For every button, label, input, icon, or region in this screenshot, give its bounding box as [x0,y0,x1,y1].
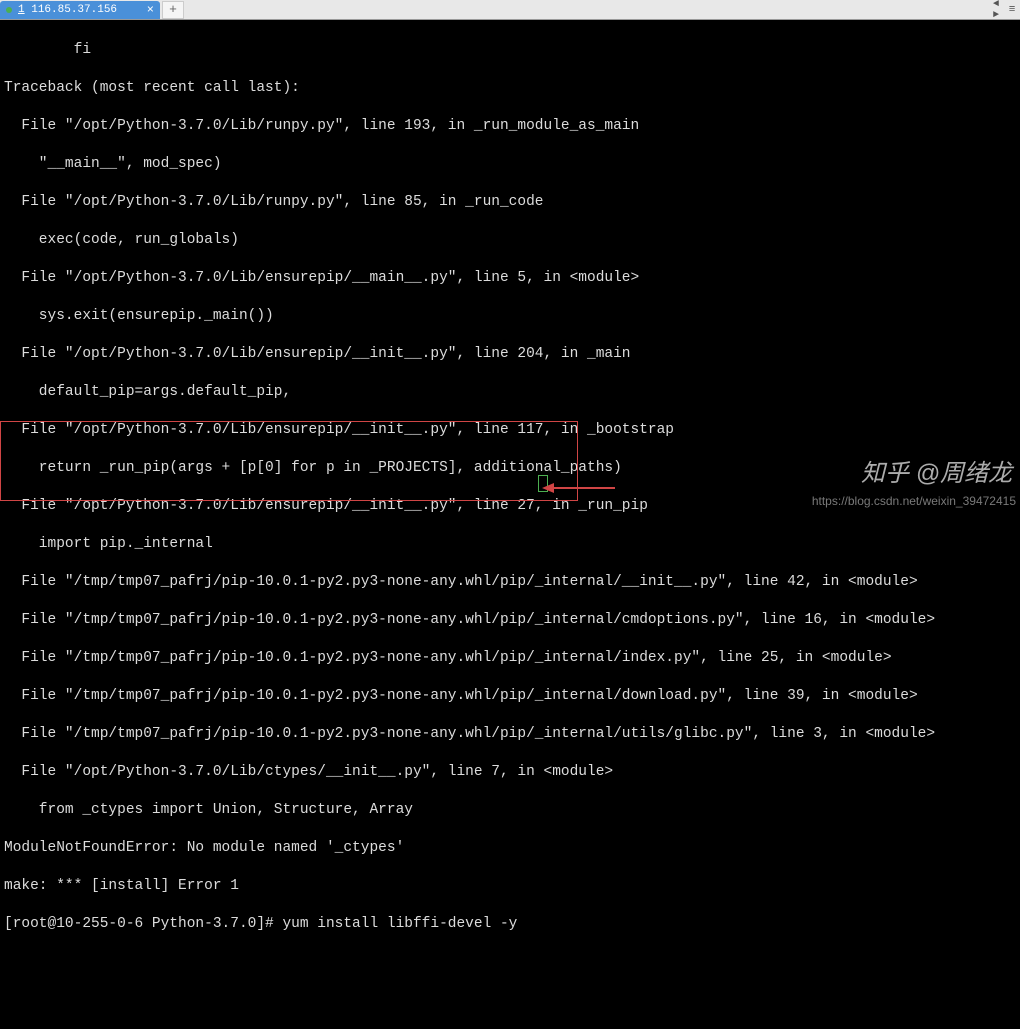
new-tab-button[interactable]: + [162,1,184,19]
terminal-line: exec(code, run_globals) [4,231,1016,250]
tab-menu-icon[interactable]: ≡ [1004,4,1020,16]
terminal-line: make: *** [install] Error 1 [4,877,1016,896]
status-dot-icon [6,7,12,13]
terminal-line: File "/opt/Python-3.7.0/Lib/runpy.py", l… [4,117,1016,136]
terminal-line: from _ctypes import Union, Structure, Ar… [4,801,1016,820]
terminal-line: [root@10-255-0-6 Python-3.7.0]# yum inst… [4,915,1016,934]
terminal-line: "__main__", mod_spec) [4,155,1016,174]
terminal-line: File "/opt/Python-3.7.0/Lib/ensurepip/__… [4,421,1016,440]
tab-bar: 1 116.85.37.156 × + ◄ ► ≡ [0,0,1020,20]
terminal-line: File "/opt/Python-3.7.0/Lib/runpy.py", l… [4,193,1016,212]
arrow-annotation-icon [540,478,620,498]
terminal-line: ModuleNotFoundError: No module named '_c… [4,839,1016,858]
terminal-line: File "/opt/Python-3.7.0/Lib/ensurepip/__… [4,269,1016,288]
terminal-line: File "/tmp/tmp07_pafrj/pip-10.0.1-py2.py… [4,611,1016,630]
terminal-line: Traceback (most recent call last): [4,79,1016,98]
tab-active[interactable]: 1 116.85.37.156 × [0,1,160,19]
terminal-line: sys.exit(ensurepip._main()) [4,307,1016,326]
terminal-line: File "/tmp/tmp07_pafrj/pip-10.0.1-py2.py… [4,725,1016,744]
tab-arrows-icon[interactable]: ◄ ► [988,0,1004,21]
terminal-line: File "/opt/Python-3.7.0/Lib/ensurepip/__… [4,345,1016,364]
close-icon[interactable]: × [145,3,156,17]
terminal-output[interactable]: fi Traceback (most recent call last): Fi… [0,20,1020,518]
terminal-line: return _run_pip(args + [p[0] for p in _P… [4,459,1016,478]
terminal-line: fi [4,41,1016,60]
terminal-line: File "/opt/Python-3.7.0/Lib/ensurepip/__… [4,497,1016,516]
tab-label: 1 116.85.37.156 [18,4,139,16]
terminal-line: File "/tmp/tmp07_pafrj/pip-10.0.1-py2.py… [4,573,1016,592]
terminal-line: import pip._internal [4,535,1016,554]
terminal-line: File "/tmp/tmp07_pafrj/pip-10.0.1-py2.py… [4,649,1016,668]
terminal-line: default_pip=args.default_pip, [4,383,1016,402]
terminal-line: File "/opt/Python-3.7.0/Lib/ctypes/__ini… [4,763,1016,782]
terminal-line: File "/tmp/tmp07_pafrj/pip-10.0.1-py2.py… [4,687,1016,706]
